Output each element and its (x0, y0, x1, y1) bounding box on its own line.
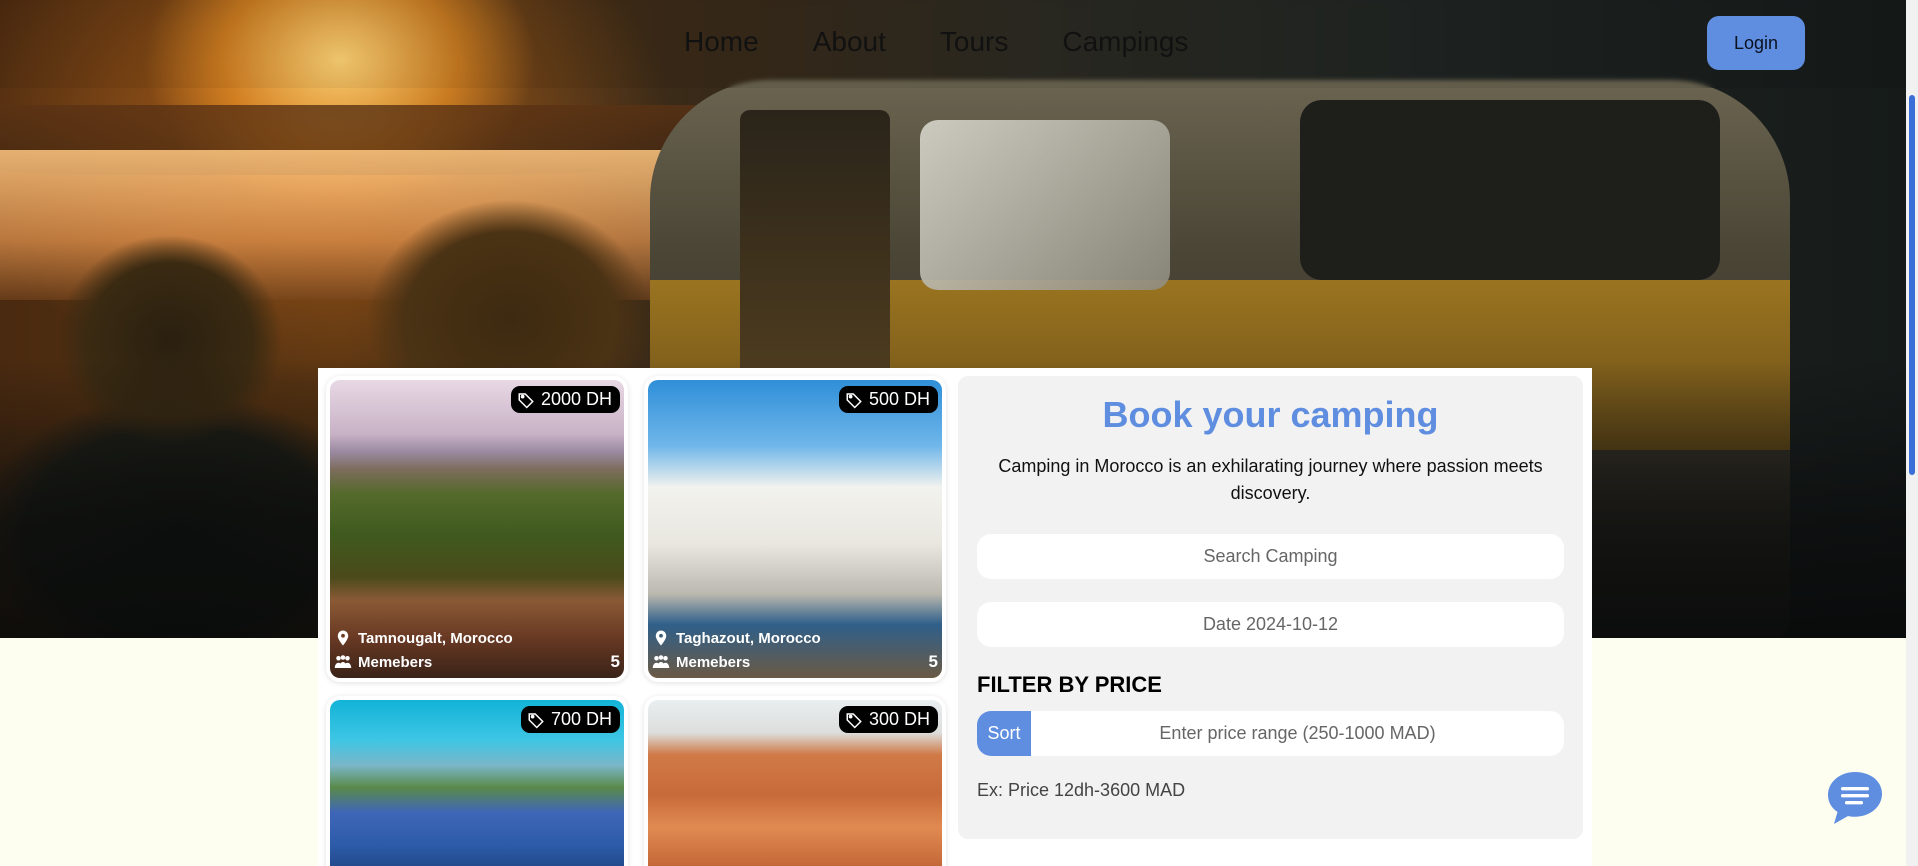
nav-links: Home About Tours Campings (684, 26, 1188, 58)
sort-button[interactable]: Sort (977, 711, 1031, 756)
card-meta: Tamnougalt, Morocco Memebers 5 (334, 626, 620, 674)
price-text: 2000 DH (540, 389, 612, 409)
card-meta: Taghazout, Morocco Memebers 5 (652, 626, 938, 674)
booking-description: Camping in Morocco is an exhilarating jo… (998, 456, 1543, 503)
tag-icon (846, 712, 862, 729)
location-text: Taghazout, Morocco (676, 629, 821, 647)
price-range-field: Sort Enter price range (250-1000 MAD) (977, 711, 1564, 756)
members-count: 5 (610, 652, 620, 671)
chat-bubble-icon[interactable] (1826, 770, 1884, 826)
login-button[interactable]: Login (1707, 16, 1805, 70)
van-window (920, 120, 1170, 290)
map-pin-icon (655, 630, 667, 646)
people-icon (652, 655, 670, 668)
price-badge: 300 DH (838, 706, 938, 733)
map-pin-icon (337, 630, 349, 646)
members-label: Memebers (358, 653, 433, 671)
location-text: Tamnougalt, Morocco (358, 629, 513, 647)
camping-card[interactable]: 300 DH (644, 696, 946, 866)
van-rear-window (1300, 100, 1720, 280)
booking-title: Book your camping (1102, 394, 1439, 435)
search-input[interactable]: Search Camping (977, 534, 1564, 579)
booking-panel: Book your camping Camping in Morocco is … (958, 376, 1583, 839)
nav-tours[interactable]: Tours (940, 26, 1008, 58)
members-label: Memebers (676, 653, 751, 671)
people-icon (334, 655, 352, 668)
price-text: 700 DH (550, 709, 612, 729)
location-row: Taghazout, Morocco (652, 626, 938, 650)
price-example: Ex: Price 12dh-3600 MAD (977, 780, 1186, 800)
nav-campings[interactable]: Campings (1062, 26, 1188, 58)
camping-card[interactable]: 500 DH Taghazout, Morocco Memebers 5 (644, 376, 946, 682)
members-row: Memebers 5 (652, 650, 938, 674)
navbar: Home About Tours Campings Login (0, 0, 1906, 88)
price-badge: 2000 DH (510, 386, 620, 413)
price-text: 300 DH (868, 709, 930, 729)
location-row: Tamnougalt, Morocco (334, 626, 620, 650)
tag-icon (846, 392, 862, 409)
price-badge: 500 DH (838, 386, 938, 413)
nav-about[interactable]: About (813, 26, 886, 58)
tag-icon (528, 712, 544, 729)
price-badge: 700 DH (520, 706, 620, 733)
scrollbar-thumb[interactable] (1909, 95, 1915, 475)
members-row: Memebers 5 (334, 650, 620, 674)
date-input[interactable]: Date 2024-10-12 (977, 602, 1564, 647)
tag-icon (518, 392, 534, 409)
members-count: 5 (928, 652, 938, 671)
nav-home[interactable]: Home (684, 26, 759, 58)
camping-card[interactable]: 2000 DH Tamnougalt, Morocco Memebers 5 (326, 376, 628, 682)
price-range-input[interactable]: Enter price range (250-1000 MAD) (1031, 711, 1564, 756)
filter-title: FILTER BY PRICE (977, 672, 1162, 697)
price-text: 500 DH (868, 389, 930, 409)
page-scrollbar[interactable] (1906, 0, 1918, 866)
camping-card[interactable]: 700 DH (326, 696, 628, 866)
